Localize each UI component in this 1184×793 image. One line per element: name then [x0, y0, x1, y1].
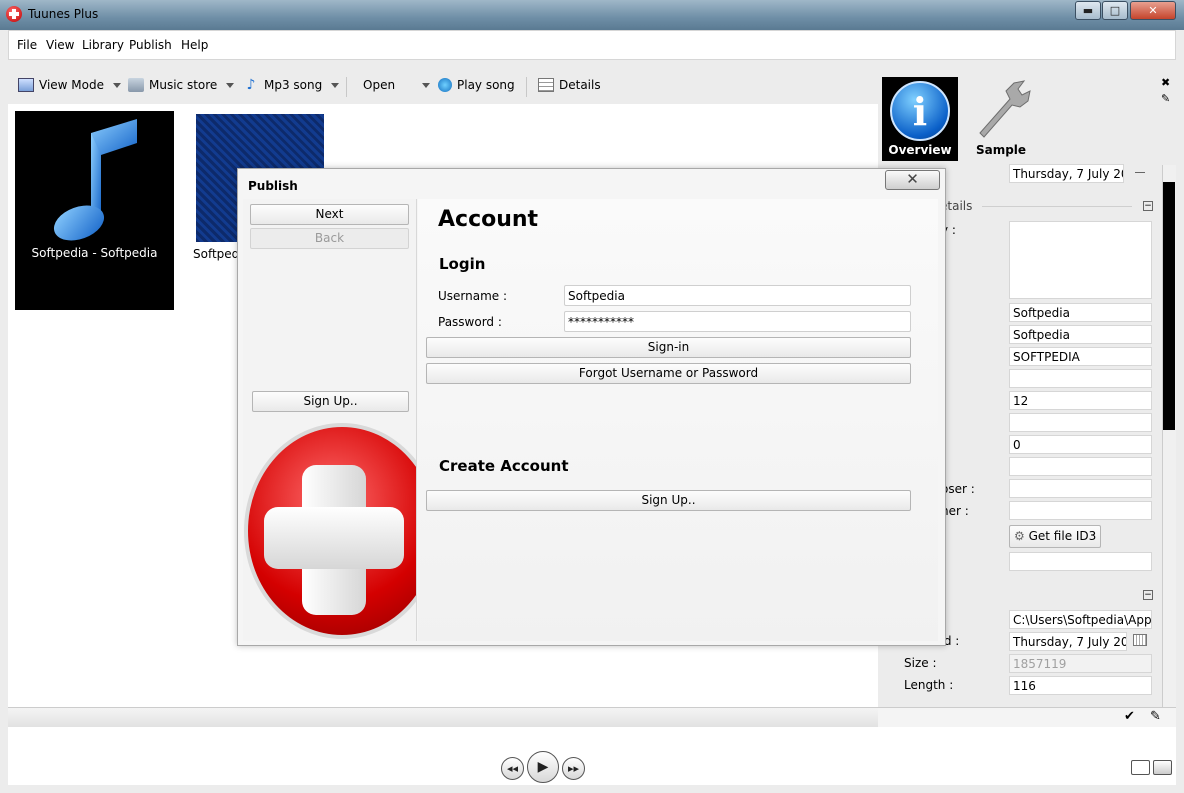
artist-field[interactable]: Softpedia [1009, 303, 1152, 322]
section-divider [982, 206, 1132, 207]
menu-publish[interactable]: Publish [129, 38, 172, 52]
fullscreen-icon[interactable] [1153, 760, 1172, 775]
title-bar[interactable]: Tuunes Plus ▬ □ ✕ [0, 0, 1184, 30]
gear-icon: ⚙ [1014, 529, 1025, 543]
password-input[interactable]: *********** [564, 311, 911, 332]
track-field[interactable]: 12 [1009, 391, 1152, 410]
toolbar-separator [526, 77, 527, 97]
view-mode-icon [18, 78, 34, 92]
back-button: Back [250, 228, 409, 249]
length-field[interactable]: 116 [1009, 676, 1152, 695]
size-label: Size : [904, 656, 937, 670]
close-button[interactable]: ✕ [1130, 1, 1176, 20]
edit-icon[interactable]: ✎ [1150, 709, 1161, 724]
wrench-icon [979, 80, 1031, 138]
app-logo-icon [6, 6, 22, 22]
play-button[interactable]: ▶ [527, 751, 559, 783]
publish-dialog: Publish ✕ Next Back Sign Up.. Account Lo… [237, 168, 946, 646]
music-store-button[interactable]: Music store [128, 78, 235, 92]
menu-file[interactable]: File [17, 38, 37, 52]
blank-field[interactable] [1009, 369, 1152, 388]
store-icon [128, 78, 144, 92]
tuunes-logo-icon [244, 423, 416, 639]
sign-up-button[interactable]: Sign Up.. [426, 490, 911, 511]
previous-button[interactable]: ◂◂ [501, 757, 524, 780]
create-account-heading: Create Account [439, 457, 569, 475]
tab-overview[interactable]: i Overview [882, 77, 958, 161]
open-button[interactable]: Open [363, 78, 431, 92]
details-button[interactable]: Details [538, 78, 601, 92]
publisher-field[interactable]: SOFTPEDIA [1009, 347, 1152, 366]
menu-view[interactable]: View [46, 38, 74, 52]
library-item-selected[interactable]: Softpedia - Softpedia [15, 111, 174, 310]
number-field[interactable]: 0 [1009, 435, 1152, 454]
status-strip [8, 707, 878, 727]
scrollbar-thumb[interactable] [1163, 182, 1175, 430]
owner-field[interactable] [1009, 501, 1152, 520]
dialog-title: Publish [248, 179, 298, 193]
blank-field[interactable] [1009, 552, 1152, 571]
next-button[interactable]: ▸▸ [562, 757, 585, 780]
info-icon: i [890, 81, 950, 141]
account-panel: Account Login Username : Softpedia Passw… [418, 199, 938, 641]
mini-player-icon[interactable] [1131, 760, 1150, 775]
close-panel-icon[interactable]: ✖ [1161, 76, 1170, 89]
mp3-song-button[interactable]: ♪ Mp3 song [243, 77, 340, 93]
login-heading: Login [439, 255, 486, 273]
account-heading: Account [438, 207, 539, 232]
section-collapse-icon[interactable]: − [1143, 590, 1153, 600]
toolbar-separator [346, 77, 347, 97]
library-item-label: Softpedia - Softpedia [31, 246, 158, 260]
pin-icon[interactable]: ✎ [1161, 92, 1170, 105]
minimize-button[interactable]: ▬ [1075, 1, 1101, 20]
username-input[interactable]: Softpedia [564, 285, 911, 306]
menu-bar: File View Library Publish Help [8, 30, 1176, 60]
player-bar [8, 727, 1176, 785]
tab-overview-label: Overview [888, 143, 952, 157]
dropdown-arrow-icon [226, 82, 235, 88]
collapse-icon[interactable] [1135, 172, 1145, 173]
details-list-icon [538, 78, 554, 92]
play-circle-icon [438, 78, 452, 92]
window-title: Tuunes Plus [28, 7, 99, 21]
play-song-button[interactable]: Play song [438, 78, 515, 92]
dialog-close-button[interactable]: ✕ [885, 170, 940, 190]
app-window: Tuunes Plus ▬ □ ✕ File View Library Publ… [0, 0, 1184, 793]
tab-sample-label: Sample [975, 143, 1027, 157]
tab-sample[interactable]: Sample [966, 77, 1036, 161]
dropdown-arrow-icon [113, 82, 121, 88]
blank-field[interactable] [1009, 457, 1152, 476]
menu-help[interactable]: Help [181, 38, 208, 52]
comment-textarea[interactable] [1009, 221, 1152, 299]
composer-field[interactable] [1009, 479, 1152, 498]
composer-label: oser : [941, 482, 975, 496]
album-field[interactable]: Softpedia [1009, 325, 1152, 344]
menu-library[interactable]: Library [82, 38, 124, 52]
length-label: Length : [904, 678, 954, 692]
calendar-icon[interactable] [1133, 634, 1147, 646]
created-field[interactable]: Thursday, 7 July 2011 [1009, 632, 1127, 651]
view-mode-button[interactable]: View Mode [18, 78, 121, 92]
music-note-icon: ♪ [246, 77, 256, 93]
get-file-id3-button[interactable]: ⚙ Get file ID3 [1009, 525, 1101, 548]
dropdown-arrow-icon [331, 82, 340, 88]
dropdown-arrow-icon [422, 82, 431, 88]
check-icon[interactable]: ✔ [1124, 709, 1135, 724]
music-note-icon [53, 119, 137, 241]
username-label: Username : [438, 289, 508, 303]
section-collapse-icon[interactable]: − [1143, 201, 1153, 211]
dialog-sidebar: Next Back Sign Up.. [243, 199, 417, 641]
maximize-button[interactable]: □ [1102, 1, 1128, 20]
path-field[interactable]: C:\Users\Softpedia\AppData [1009, 610, 1152, 629]
sign-up-sidebar-button[interactable]: Sign Up.. [252, 391, 409, 412]
password-label: Password : [438, 315, 502, 329]
sign-in-button[interactable]: Sign-in [426, 337, 911, 358]
toolbar: View Mode Music store ♪ Mp3 song Open Pl… [8, 70, 878, 104]
top-date-field[interactable]: Thursday, 7 July 2011 [1009, 164, 1124, 183]
forgot-credentials-button[interactable]: Forgot Username or Password [426, 363, 911, 384]
size-field: 1857119 [1009, 654, 1152, 673]
blank-field[interactable] [1009, 413, 1152, 432]
next-button[interactable]: Next [250, 204, 409, 225]
